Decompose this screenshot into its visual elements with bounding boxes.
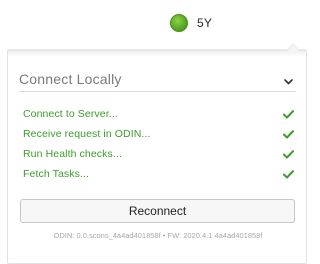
device-status[interactable]: 5Y — [170, 14, 212, 32]
step-label: Fetch Tasks... — [23, 168, 89, 180]
version-info: ODIN: 0.0.scons_4a4ad401858f • FW: 2020.… — [53, 231, 263, 240]
device-label: 5Y — [197, 16, 213, 30]
app-frame: 5Y Connect Locally Connect to Server... … — [0, 0, 315, 264]
connection-steps-list: Connect to Server... Receive request in … — [23, 104, 294, 184]
step-run-health-checks: Run Health checks... — [23, 144, 294, 164]
check-icon — [282, 168, 294, 180]
popup-top-band — [8, 51, 306, 57]
step-label: Connect to Server... — [23, 108, 118, 120]
section-title: Connect Locally — [19, 71, 122, 87]
reconnect-button[interactable]: Reconnect — [20, 199, 295, 223]
connect-locally-header[interactable]: Connect Locally — [19, 67, 296, 92]
step-label: Receive request in ODIN... — [23, 128, 151, 140]
popup-caret-icon — [286, 43, 300, 51]
check-icon — [282, 148, 294, 160]
step-fetch-tasks: Fetch Tasks... — [23, 164, 294, 184]
chevron-down-icon[interactable] — [282, 76, 294, 88]
step-receive-request: Receive request in ODIN... — [23, 124, 294, 144]
status-indicator-icon — [170, 14, 188, 32]
step-connect-to-server: Connect to Server... — [23, 104, 294, 124]
connection-popup: Connect Locally Connect to Server... Rec… — [7, 43, 307, 264]
check-icon — [282, 128, 294, 140]
check-icon — [282, 108, 294, 120]
step-label: Run Health checks... — [23, 148, 122, 160]
